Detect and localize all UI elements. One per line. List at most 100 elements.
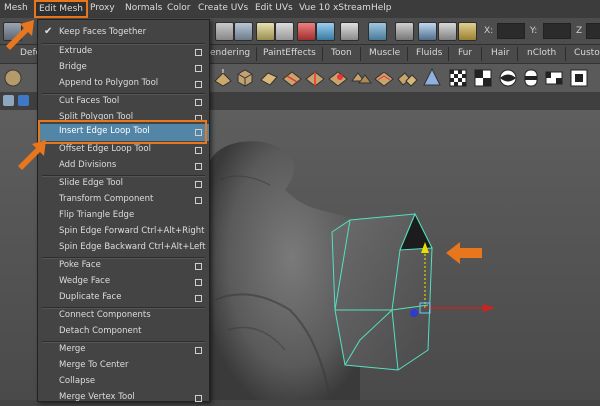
menu-color[interactable]: Color <box>167 3 191 13</box>
uv-layout-icon[interactable] <box>472 67 494 89</box>
history-icon[interactable] <box>340 22 359 41</box>
x-coord-field[interactable] <box>497 23 525 39</box>
menu-item-poke-face[interactable]: Poke Face <box>38 258 209 274</box>
object-mode-icon[interactable] <box>215 22 234 41</box>
option-box-icon[interactable] <box>195 49 202 56</box>
option-box-icon[interactable] <box>195 295 202 302</box>
shelf-tab-painteffects[interactable]: PaintEffects <box>263 48 316 58</box>
menu-edit-mesh[interactable]: Edit Mesh <box>34 0 88 18</box>
shelf-tab-fur[interactable]: Fur <box>458 48 472 58</box>
sphere-tool-icon[interactable] <box>2 67 24 89</box>
menu-item-cut-faces-tool[interactable]: Cut Faces Tool <box>38 94 209 110</box>
menu-item-merge-to-center[interactable]: Merge To Center <box>38 358 209 374</box>
tab-separator <box>481 47 482 61</box>
shelf-tab-hair[interactable]: Hair <box>491 48 509 58</box>
menu-item-offset-edge-loop-tool[interactable]: Offset Edge Loop Tool <box>38 142 209 158</box>
select-by-vertex-icon[interactable] <box>275 22 294 41</box>
menu-edit-uvs[interactable]: Edit UVs <box>255 3 293 13</box>
option-box-icon[interactable] <box>195 263 202 270</box>
option-box-icon[interactable] <box>195 65 202 72</box>
menu-item-spin-edge-forward[interactable]: Spin Edge Forward Ctrl+Alt+Right <box>38 224 209 240</box>
tab-separator <box>565 47 566 61</box>
menu-item-wedge-face[interactable]: Wedge Face <box>38 274 209 290</box>
cube-icon[interactable] <box>234 67 256 89</box>
tab-separator <box>517 47 518 61</box>
construction-history-icon[interactable] <box>368 22 387 41</box>
menu-proxy[interactable]: Proxy <box>90 3 115 13</box>
menu-item-spin-edge-backward[interactable]: Spin Edge Backward Ctrl+Alt+Left <box>38 240 209 256</box>
wireframe-shading-icon[interactable] <box>18 95 29 106</box>
option-box-icon[interactable] <box>195 99 202 106</box>
uv-cylinder-map-icon[interactable] <box>520 67 542 89</box>
menu-item-extrude[interactable]: Extrude <box>38 44 209 60</box>
snap-to-grid-icon[interactable] <box>297 22 316 41</box>
menu-item-merge[interactable]: Merge <box>38 342 209 358</box>
y-coord-label: Y: <box>530 26 538 36</box>
component-mode-icon[interactable] <box>234 22 253 41</box>
option-box-icon[interactable] <box>195 279 202 286</box>
smooth-icon[interactable] <box>373 67 395 89</box>
bevel-icon[interactable] <box>258 67 280 89</box>
ipr-render-icon[interactable] <box>418 22 437 41</box>
select-by-hierarchy-icon[interactable] <box>256 22 275 41</box>
menu-help[interactable]: Help <box>371 3 392 13</box>
menu-item-keep-faces-together[interactable]: ✔ Keep Faces Together <box>38 25 209 41</box>
tab-separator <box>448 47 449 61</box>
uv-sphere-map-icon[interactable] <box>497 67 519 89</box>
menu-item-collapse[interactable]: Collapse <box>38 374 209 390</box>
shelf-tab-rendering[interactable]: endering <box>210 48 250 58</box>
option-box-icon[interactable] <box>195 347 202 354</box>
menu-item-connect-components[interactable]: Connect Components <box>38 308 209 324</box>
tab-separator <box>256 47 257 61</box>
bridge-icon[interactable] <box>350 67 372 89</box>
menu-create-uvs[interactable]: Create UVs <box>198 3 248 13</box>
menu-item-slide-edge-tool[interactable]: Slide Edge Tool <box>38 176 209 192</box>
option-box-icon[interactable] <box>195 181 202 188</box>
menu-item-detach-component[interactable]: Detach Component <box>38 324 209 340</box>
shelf-tab-muscle[interactable]: Muscle <box>369 48 400 58</box>
menu-item-add-divisions[interactable]: Add Divisions <box>38 158 209 174</box>
option-box-icon[interactable] <box>195 163 202 170</box>
snap-to-curve-icon[interactable] <box>316 22 335 41</box>
menu-item-bridge[interactable]: Bridge <box>38 60 209 76</box>
cone-icon[interactable] <box>421 67 443 89</box>
menu-item-transform-component[interactable]: Transform Component <box>38 192 209 208</box>
shelf-tab-toon[interactable]: Toon <box>331 48 352 58</box>
menu-vue-xstream[interactable]: Vue 10 xStream <box>299 3 371 13</box>
x-coord-label: X: <box>484 26 494 36</box>
annotation-arrow-icon <box>6 20 34 50</box>
tab-separator <box>360 47 361 61</box>
menu-mesh[interactable]: Mesh <box>4 3 28 13</box>
selected-arm-mesh[interactable] <box>331 212 433 371</box>
menu-item-merge-vertex-tool[interactable]: Merge Vertex Tool <box>38 390 209 406</box>
uv-auto-map-icon[interactable] <box>568 67 590 89</box>
wedge-icon[interactable] <box>327 67 349 89</box>
option-box-icon[interactable] <box>195 81 202 88</box>
y-coord-field[interactable] <box>543 23 571 39</box>
extrude-icon[interactable] <box>212 67 234 89</box>
separate-icon[interactable] <box>396 67 418 89</box>
option-box-icon[interactable] <box>195 395 202 402</box>
option-box-icon[interactable] <box>195 147 202 154</box>
menu-item-flip-triangle-edge[interactable]: Flip Triangle Edge <box>38 208 209 224</box>
checkmark-icon: ✔ <box>44 26 53 37</box>
menu-item-append-to-polygon-tool[interactable]: Append to Polygon Tool <box>38 76 209 92</box>
menu-normals[interactable]: Normals <box>125 3 162 13</box>
render-frame-icon[interactable] <box>395 22 414 41</box>
shelf-tab-fluids[interactable]: Fluids <box>416 48 442 58</box>
hypershade-icon[interactable] <box>458 22 477 41</box>
combine-icon[interactable] <box>304 67 326 89</box>
render-settings-icon[interactable] <box>438 22 457 41</box>
shelf-tab-ncloth[interactable]: nCloth <box>527 48 556 58</box>
option-box-icon[interactable] <box>195 197 202 204</box>
shelf-tab-custom[interactable]: Custo <box>574 48 600 58</box>
tab-separator <box>322 47 323 61</box>
camera-icon[interactable] <box>3 95 14 106</box>
annotation-highlight-box <box>38 120 207 144</box>
menu-item-duplicate-face[interactable]: Duplicate Face <box>38 290 209 306</box>
main-menubar: Mesh Edit Mesh Proxy Normals Color Creat… <box>0 0 600 19</box>
split-polygon-icon[interactable] <box>281 67 303 89</box>
z-coord-field[interactable] <box>586 23 600 39</box>
checker-uv-icon[interactable] <box>447 67 469 89</box>
uv-planar-map-icon[interactable] <box>543 67 565 89</box>
